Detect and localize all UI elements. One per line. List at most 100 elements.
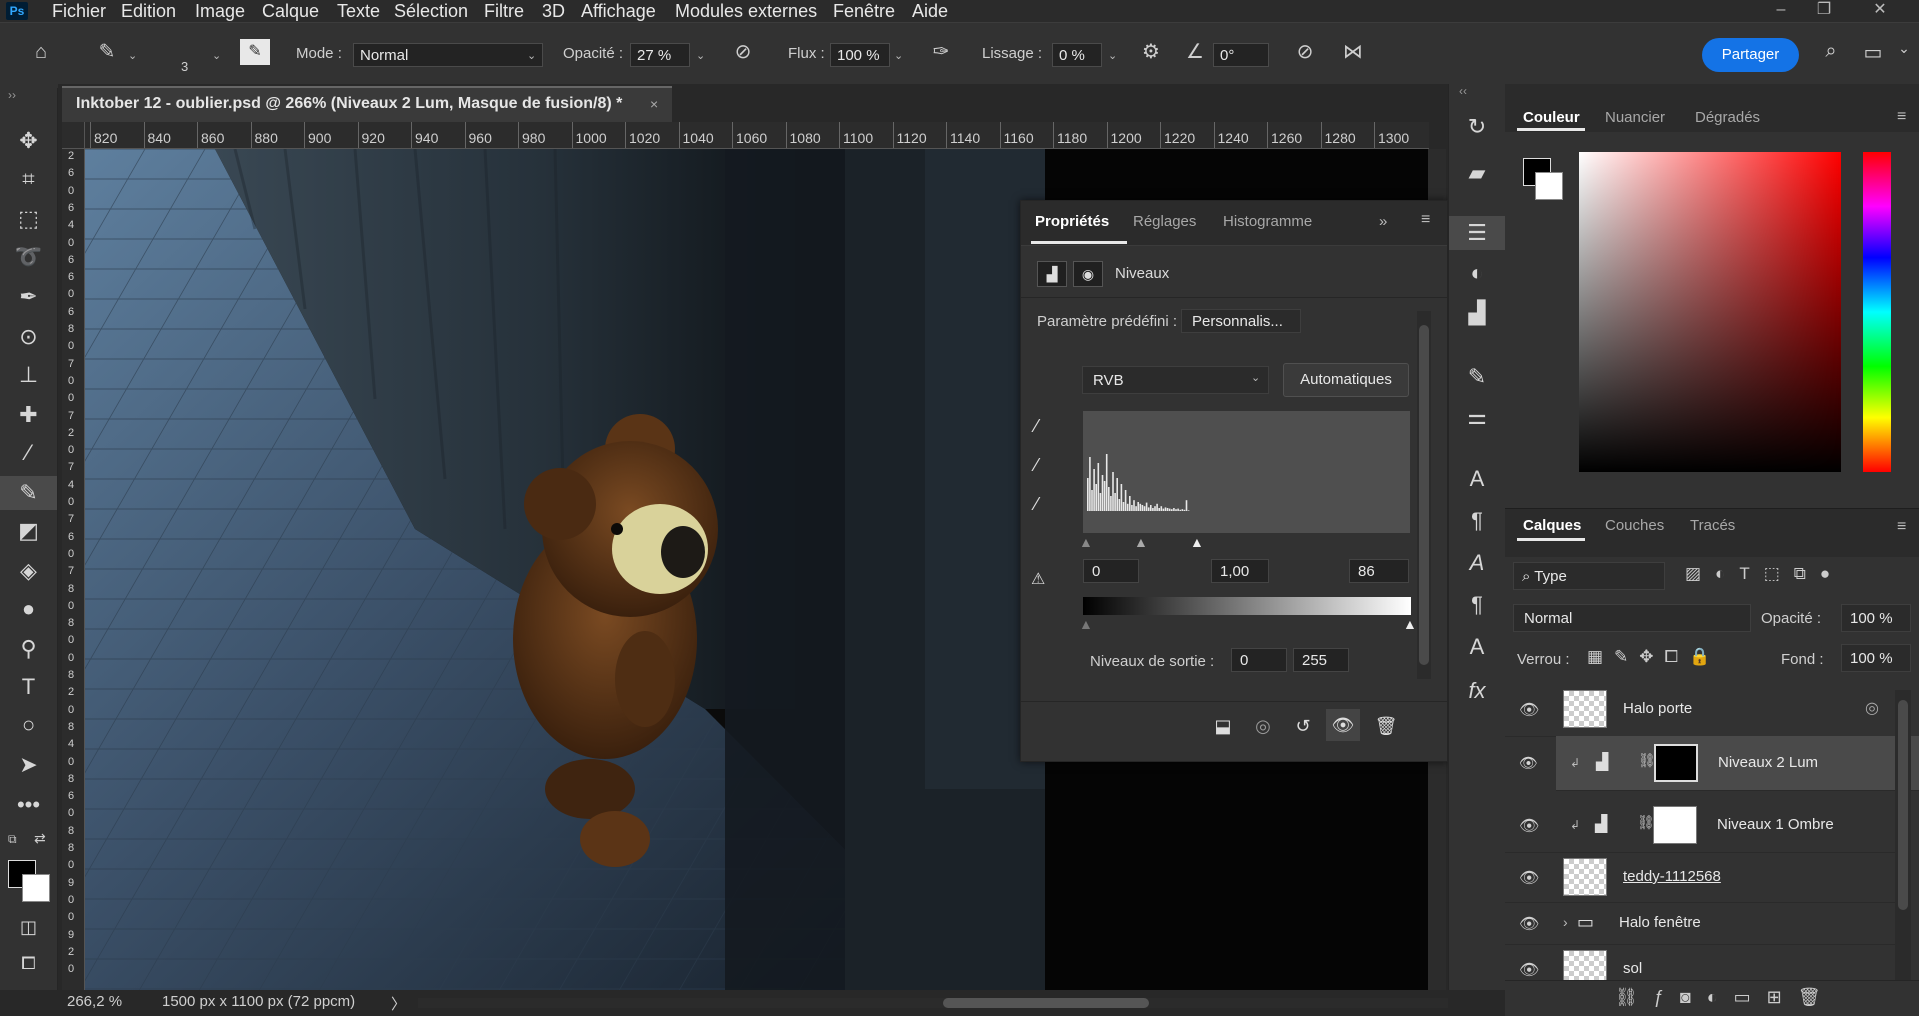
styles-fx-icon[interactable]: fx	[1449, 678, 1505, 704]
layer-filter-select[interactable]: ⌕ Type	[1513, 562, 1665, 590]
close-icon[interactable]: ×	[650, 88, 658, 120]
layer-action-icons[interactable]: ⛓ƒ◙◐▭⊞🗑	[1615, 987, 1837, 1008]
flow-field[interactable]: 100 %	[830, 43, 890, 67]
mask-icon[interactable]: ◉	[1073, 261, 1103, 287]
output-black-field[interactable]: 0	[1231, 648, 1287, 672]
hue-slider[interactable]	[1863, 152, 1891, 472]
shape-tool-icon[interactable]: ○	[0, 708, 57, 742]
color-field[interactable]	[1579, 152, 1841, 472]
history-icon[interactable]: ↻	[1449, 114, 1505, 140]
tab-proprietes[interactable]: Propriétés	[1035, 213, 1109, 230]
blur-tool-icon[interactable]: ●	[0, 592, 57, 626]
more-tools-icon[interactable]: •••	[0, 788, 57, 822]
properties-icon[interactable]: ☰	[1449, 216, 1505, 250]
paragraph-icon[interactable]: ¶	[1449, 508, 1505, 534]
background-color-swatch[interactable]	[22, 874, 50, 902]
menu-selection[interactable]: Sélection	[394, 0, 468, 22]
gear-icon[interactable]: ⚙	[1136, 39, 1166, 64]
stamp-tool-icon[interactable]: ⊥	[0, 358, 57, 392]
angle-field[interactable]: 0°	[1213, 43, 1269, 67]
document-tab[interactable]: Inktober 12 - oublier.psd @ 266% (Niveau…	[62, 86, 672, 122]
chevron-down-icon[interactable]: ⌄	[894, 49, 903, 62]
pressure-size-icon[interactable]: ⊘	[1290, 39, 1320, 64]
home-icon[interactable]: ⌂	[24, 41, 58, 64]
color-background-swatch[interactable]	[1535, 172, 1563, 200]
eye-icon[interactable]: 👁	[1519, 868, 1539, 888]
opacity-field[interactable]: 27 %	[630, 43, 690, 67]
layer-row[interactable]: 👁 sol	[1505, 944, 1895, 981]
layer-row[interactable]: 👁 teddy-1112568	[1505, 852, 1895, 903]
layer-row[interactable]: 👁 › ▭ Halo fenêtre	[1505, 902, 1895, 945]
reset-icon[interactable]: ↺	[1286, 711, 1320, 741]
menu-aide[interactable]: Aide	[912, 0, 948, 22]
eye-icon[interactable]: 👁	[1519, 960, 1539, 980]
menu-calque[interactable]: Calque	[262, 0, 319, 22]
input-gamma-field[interactable]: 1,00	[1211, 559, 1269, 583]
horizontal-scrollbar-track[interactable]	[418, 998, 1448, 1008]
tab-histogramme[interactable]: Histogramme	[1223, 213, 1312, 230]
horizontal-ruler[interactable]: 820 840 860 880 900 920 940 960 980 1000 1020 1040 1…	[84, 122, 1429, 149]
paint-bucket-tool-icon[interactable]: ◈	[0, 554, 57, 588]
minimize-button[interactable]: –	[1766, 0, 1796, 22]
tab-reglages[interactable]: Réglages	[1133, 213, 1196, 230]
smoothing-field[interactable]: 0 %	[1052, 43, 1102, 67]
fill-field[interactable]: 100 %	[1841, 644, 1911, 672]
glyphs-icon[interactable]: A	[1449, 550, 1505, 576]
input-black-field[interactable]: 0	[1083, 559, 1139, 583]
chevron-down-icon[interactable]: ⌄	[1108, 49, 1117, 62]
chevron-down-icon[interactable]: ⌄	[212, 49, 221, 62]
panel-menu-icon[interactable]: ≡	[1897, 518, 1906, 536]
chevron-down-icon[interactable]: ⌄	[128, 49, 137, 62]
menu-filtre[interactable]: Filtre	[484, 0, 524, 22]
brush-settings-icon[interactable]: ✎	[1449, 364, 1505, 390]
zoom-level[interactable]: 266,2 %	[67, 993, 122, 1010]
default-colors-icon[interactable]: ⧉	[8, 832, 17, 847]
character-styles-icon[interactable]: A	[1449, 634, 1505, 660]
levels-icon[interactable]: ▟	[1037, 261, 1067, 287]
menu-3d[interactable]: 3D	[542, 0, 565, 22]
chevron-right-icon[interactable]: ›	[1563, 914, 1568, 930]
brush-tool-icon[interactable]: ✎	[0, 476, 57, 510]
input-black-slider[interactable]: ▲	[1079, 534, 1093, 550]
tab-degrades[interactable]: Dégradés	[1695, 109, 1760, 126]
chevron-down-icon[interactable]: ⌄	[1894, 40, 1914, 57]
properties-scrollbar-thumb[interactable]	[1419, 325, 1429, 665]
dodge-tool-icon[interactable]: ⚲	[0, 632, 57, 666]
layer-name[interactable]: Halo fenêtre	[1619, 914, 1701, 931]
blend-mode-select[interactable]: Normal	[1513, 604, 1751, 632]
comments-icon[interactable]: ▰	[1449, 160, 1505, 186]
symmetry-butterfly-icon[interactable]: ⋈	[1338, 39, 1368, 64]
tab-nuancier[interactable]: Nuancier	[1605, 109, 1665, 126]
input-gamma-slider[interactable]: ▲	[1134, 534, 1148, 550]
channel-select[interactable]: RVB	[1082, 366, 1269, 394]
vertical-ruler[interactable]: 2 6 0 6 4 0 6 6 0 6 8 0 7 0 0 7 2 0 7 4 0 7 6 0 7 8 0 8 0 0 8 2 0 8 4 0 8 6 0 8…	[62, 148, 85, 990]
mode-select[interactable]: Normal	[353, 43, 543, 67]
tab-couleur[interactable]: Couleur	[1523, 109, 1580, 126]
lock-icons[interactable]: ▦✎✥⧠🔒	[1587, 647, 1721, 667]
character-icon[interactable]: A	[1449, 466, 1505, 492]
tool-presets-icon[interactable]: ⚌	[1449, 404, 1505, 430]
panel-menu-icon[interactable]: ≡	[1897, 108, 1906, 126]
search-icon[interactable]: ⌕	[1816, 40, 1846, 63]
crop-tool-icon[interactable]: ⌗	[0, 162, 57, 196]
workspace-icon[interactable]: ▭	[1858, 40, 1888, 65]
paragraph-styles-icon[interactable]: ¶	[1449, 592, 1505, 618]
layer-filter-icons[interactable]: ▨◐T⬚⧉●	[1685, 564, 1905, 584]
menu-fichier[interactable]: Fichier	[52, 0, 106, 22]
menu-edition[interactable]: Edition	[121, 0, 176, 22]
eyedropper-tool-icon[interactable]: ⁄	[0, 436, 57, 470]
collapse-toolbar-icon[interactable]: ››	[8, 88, 16, 102]
view-previous-icon[interactable]: ◎	[1246, 711, 1280, 741]
tab-couches[interactable]: Couches	[1605, 517, 1664, 534]
document-info[interactable]: 1500 px x 1100 px (72 ppcm)	[162, 993, 355, 1010]
healing-tool-icon[interactable]: ✚	[0, 398, 57, 432]
gray-eyedropper-icon[interactable]: ⁄	[1035, 455, 1038, 476]
eye-icon[interactable]: 👁	[1519, 700, 1539, 720]
menu-image[interactable]: Image	[195, 0, 245, 22]
layer-opacity-field[interactable]: 100 %	[1841, 604, 1911, 632]
share-button[interactable]: Partager	[1702, 38, 1799, 72]
layer-row[interactable]: 👁 ↲ ▟ ⛓ Niveaux 1 Ombre	[1505, 798, 1895, 853]
close-window-button[interactable]: ✕	[1865, 0, 1895, 22]
tab-calques[interactable]: Calques	[1523, 517, 1581, 534]
menu-modules-externes[interactable]: Modules externes	[675, 0, 817, 22]
